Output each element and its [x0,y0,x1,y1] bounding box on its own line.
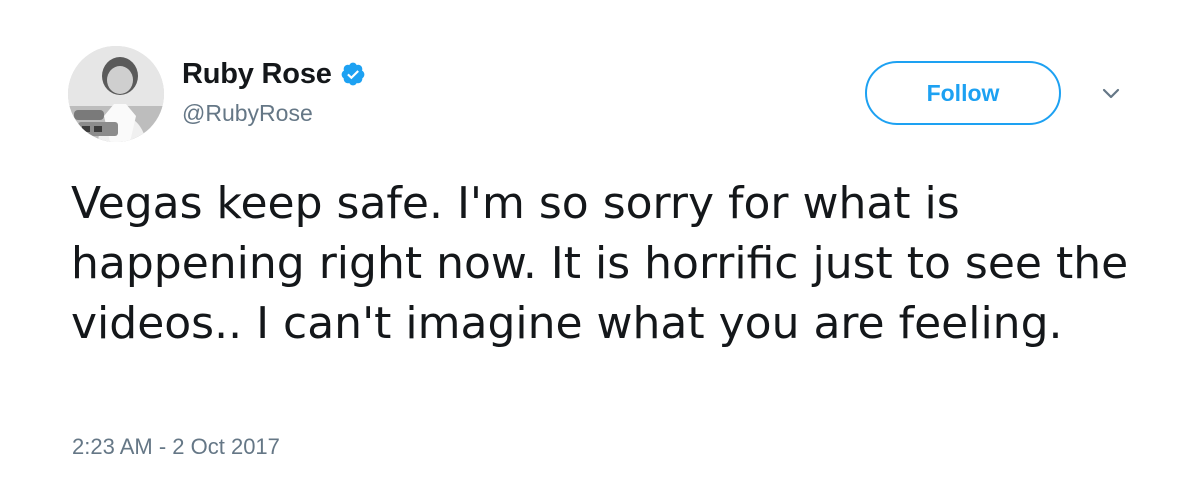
verified-badge-icon [340,61,366,87]
avatar-photo-icon [68,46,164,142]
tweet-card: Ruby Rose @RubyRose Follow Vegas keep sa… [0,0,1200,489]
author-handle[interactable]: @RubyRose [182,100,313,127]
follow-button-label: Follow [926,79,1000,106]
chevron-down-icon[interactable] [1098,84,1124,104]
author-name-row: Ruby Rose [182,56,366,92]
follow-button[interactable]: Follow [865,61,1061,125]
tweet-timestamp[interactable]: 2:23 AM - 2 Oct 2017 [72,434,280,460]
author-display-name[interactable]: Ruby Rose [182,58,332,91]
tweet-text: Vegas keep safe. I'm so sorry for what i… [71,178,1129,349]
avatar[interactable] [68,46,164,142]
